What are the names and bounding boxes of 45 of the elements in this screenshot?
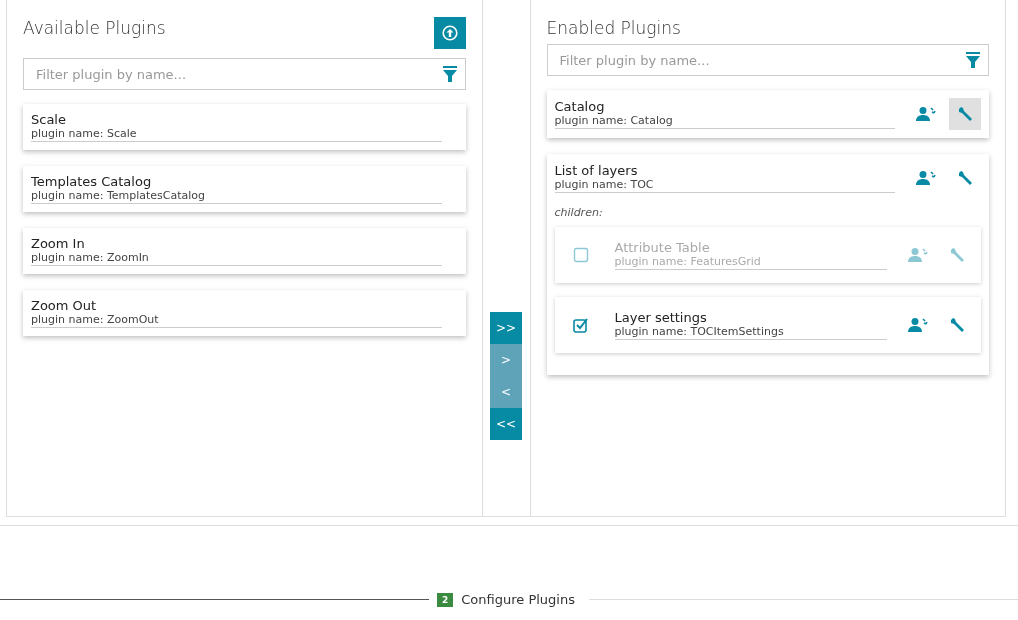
wrench-icon xyxy=(957,106,973,122)
filter-icon[interactable] xyxy=(966,52,980,68)
plugin-card[interactable]: Catalog plugin name: Catalog xyxy=(546,90,989,138)
step-number: 2 xyxy=(437,592,454,607)
panel-title: Available Plugins xyxy=(23,18,166,38)
checkbox[interactable] xyxy=(572,247,589,263)
plugin-title: Attribute Table xyxy=(614,240,711,255)
transfer-button[interactable]: >> xyxy=(490,312,522,344)
user-settings-icon[interactable] xyxy=(916,170,938,186)
filter-icon[interactable] xyxy=(442,66,457,82)
upload-button[interactable] xyxy=(433,17,466,49)
plugin-name: plugin name: Scale xyxy=(31,127,138,140)
checkbox[interactable] xyxy=(572,317,589,333)
plugin-name: plugin name: TOCItemSettings xyxy=(614,325,785,338)
plugin-name: plugin name: ZoomOut xyxy=(31,313,160,326)
plugin-title: Templates Catalog xyxy=(31,174,153,189)
plugin-title: List of layers xyxy=(554,163,639,178)
plugin-card[interactable]: Zoom In plugin name: ZoomIn xyxy=(23,228,466,274)
plugin-name: plugin name: TOC xyxy=(554,178,655,191)
wrench-icon xyxy=(957,170,973,186)
plugin-name: plugin name: ZoomIn xyxy=(31,251,150,264)
wrench-icon xyxy=(949,247,965,263)
plugin-name: plugin name: Catalog xyxy=(554,114,674,127)
plugin-name: plugin name: TemplatesCatalog xyxy=(31,189,207,202)
plugin-title: Zoom Out xyxy=(31,298,98,313)
configure-button[interactable] xyxy=(949,98,981,130)
filter-field[interactable]: Filter plugin by name... xyxy=(546,44,989,76)
user-settings-icon[interactable] xyxy=(908,317,930,333)
filter-field[interactable]: Filter plugin by name... xyxy=(23,58,466,90)
step-label: Configure Plugins xyxy=(461,592,575,607)
plugin-title: Zoom In xyxy=(31,236,86,251)
plugin-title: Layer settings xyxy=(614,310,708,325)
plugin-title: Scale xyxy=(31,112,67,127)
plugin-card[interactable]: Zoom Out plugin name: ZoomOut xyxy=(23,290,466,336)
plugin-card[interactable]: Scale plugin name: Scale xyxy=(23,104,466,150)
panel-title: Enabled Plugins xyxy=(546,18,681,38)
wrench-icon xyxy=(949,317,965,333)
children-label: children: xyxy=(554,206,604,219)
upload-icon xyxy=(441,25,458,41)
plugin-name: plugin name: FeaturesGrid xyxy=(614,255,762,268)
user-settings-icon[interactable] xyxy=(916,106,938,122)
transfer-button[interactable]: << xyxy=(490,408,522,440)
plugin-card[interactable]: List of layers plugin name: TOC children: Attribute Table plugin name: FeaturesGrid Layer settings plugin name: TOCItemSettings xyxy=(546,154,989,375)
plugin-title: Catalog xyxy=(554,99,606,114)
plugin-card[interactable]: Templates Catalog plugin name: TemplatesCatalog xyxy=(23,166,466,212)
